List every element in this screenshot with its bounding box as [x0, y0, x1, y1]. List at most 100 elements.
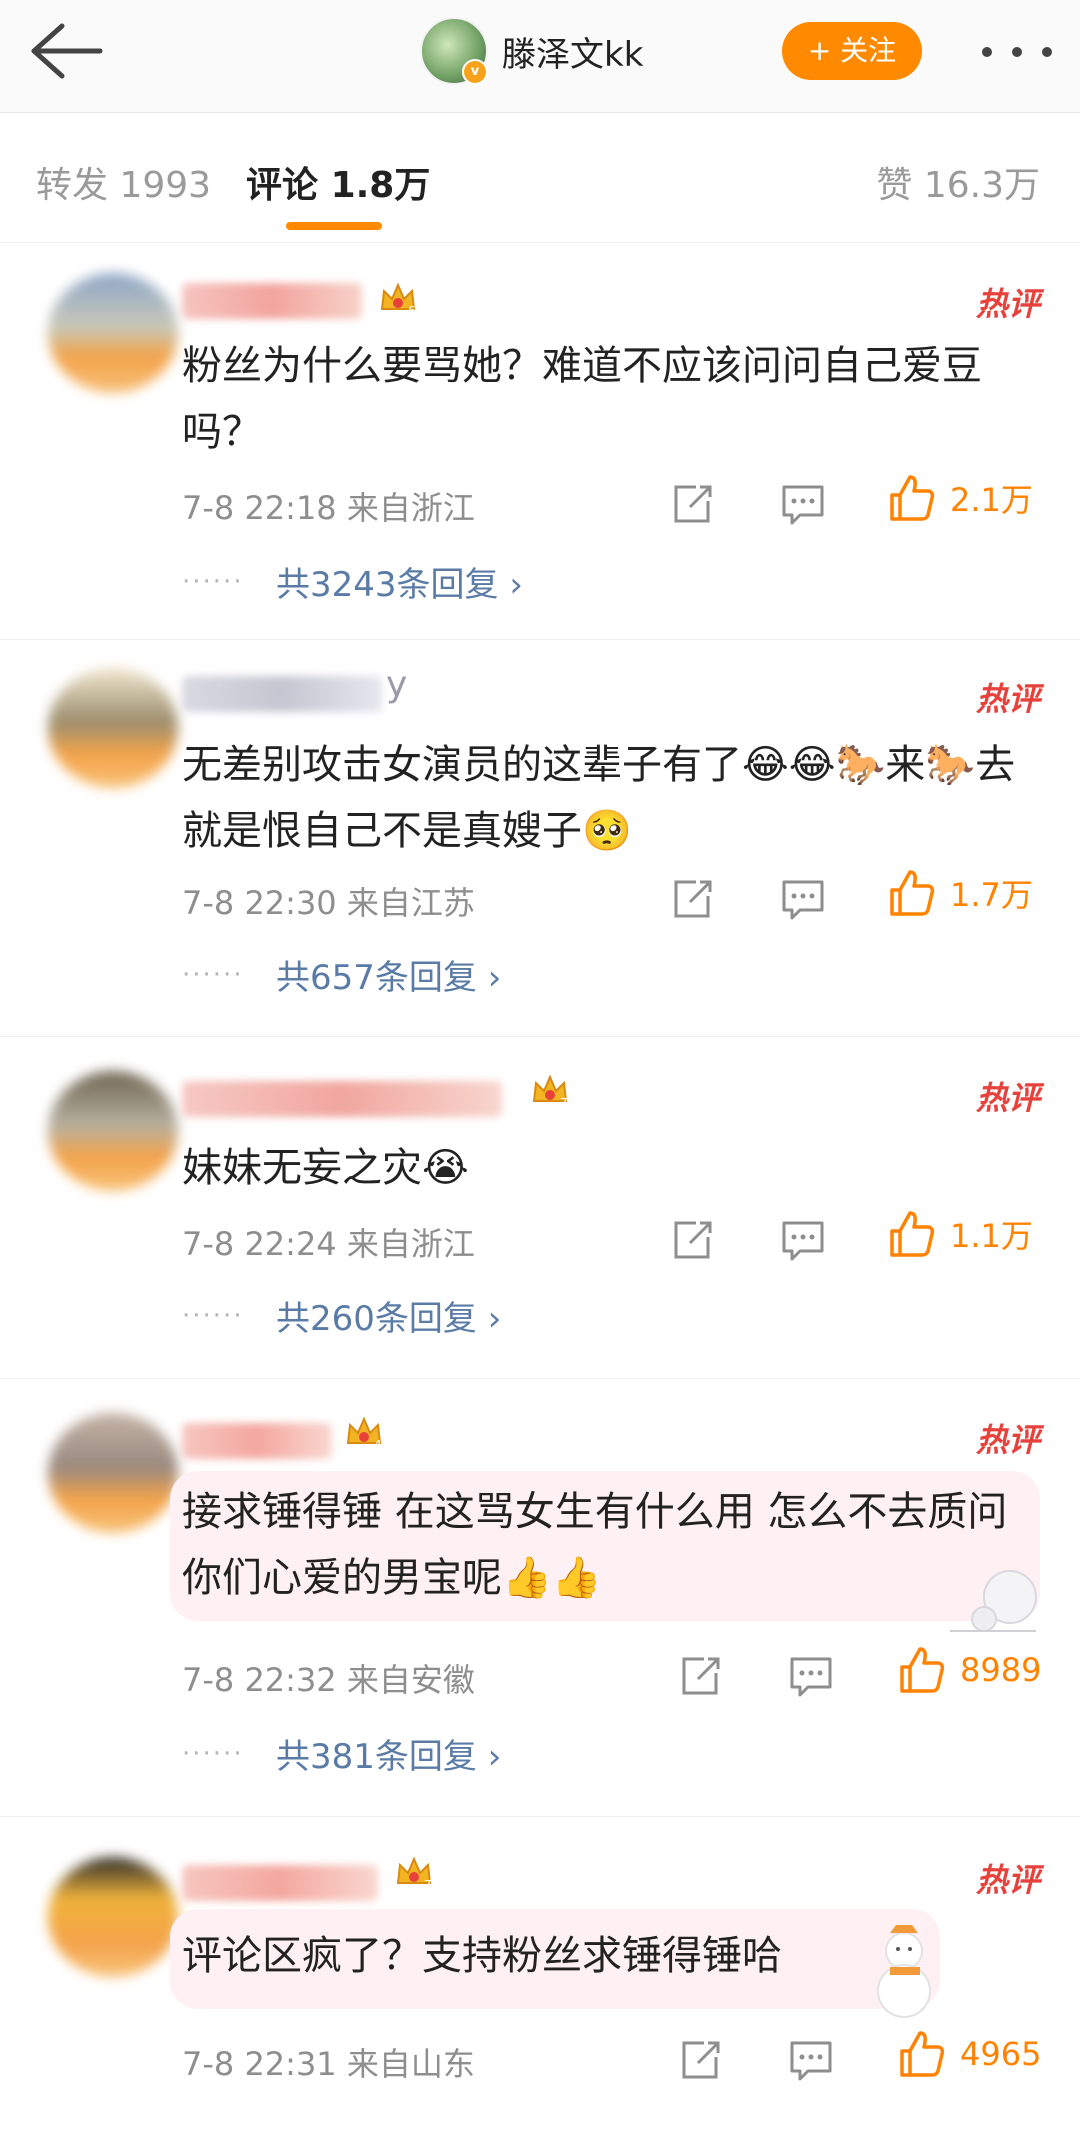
tab-comments[interactable]: 评论 1.8万 — [246, 156, 430, 208]
like-count: 1.1万 — [950, 1217, 1033, 1255]
comment-location: 来自浙江 — [346, 489, 475, 527]
tab-comments-label: 评论 — [246, 165, 319, 206]
like-count: 1.7万 — [950, 876, 1033, 914]
like-button[interactable]: 1.1万 — [886, 1209, 1033, 1259]
tab-bar: 转发 1993 评论 1.8万 赞 16.3万 — [0, 112, 1080, 243]
comment-location: 来自江苏 — [346, 884, 475, 922]
comment-time: 7-8 22:32 — [182, 1661, 337, 1699]
active-tab-indicator — [286, 222, 382, 230]
like-button[interactable]: 8989 — [896, 1645, 1041, 1695]
tab-repost-count: 1993 — [119, 165, 212, 206]
profile-link[interactable]: v 滕泽文kk — [420, 16, 643, 86]
commenter-name[interactable] — [182, 676, 382, 712]
like-icon — [890, 870, 935, 916]
like-icon — [900, 1647, 945, 1693]
crown-icon: 7 — [532, 1074, 568, 1110]
reply-divider: ······ — [182, 1739, 244, 1769]
comment-text: 粉丝为什么要骂她？难道不应该问问自己爱豆吗？ — [182, 343, 982, 455]
comment-time: 7-8 22:30 — [182, 884, 337, 922]
commenter-name-suffix: y — [386, 664, 408, 705]
svg-text:4: 4 — [374, 1438, 382, 1452]
view-replies-link[interactable]: 共657条回复 › — [276, 950, 501, 999]
comment-item: 7 热评 妹妹无妄之灾😭 7-8 22:24 来自浙江 1.1万 ······ … — [0, 1037, 1080, 1379]
back-arrow-icon[interactable] — [26, 20, 106, 82]
comment-icon[interactable] — [786, 2035, 836, 2085]
like-icon — [900, 2031, 945, 2077]
tab-likes[interactable]: 赞 16.3万 — [876, 156, 1040, 208]
commenter-name[interactable] — [182, 1865, 378, 1901]
comment-text: 接求锤得锤 在这骂女生有什么用 怎么不去质问你们心爱的男宝呢👍👍 — [182, 1489, 1008, 1601]
share-icon[interactable] — [668, 874, 718, 924]
share-icon[interactable] — [668, 479, 718, 529]
reply-divider: ······ — [182, 1301, 244, 1331]
share-icon[interactable] — [668, 1215, 718, 1265]
comment-item: 4 热评 接求锤得锤 在这骂女生有什么用 怎么不去质问你们心爱的男宝呢👍👍 7-… — [0, 1379, 1080, 1817]
share-icon[interactable] — [676, 2035, 726, 2085]
comment-meta: 7-8 22:30 来自江苏 — [182, 878, 475, 924]
comment-meta: 7-8 22:24 来自浙江 — [182, 1219, 475, 1265]
follow-button[interactable]: + 关注 — [782, 22, 922, 80]
like-icon — [890, 1211, 935, 1257]
tab-comments-count: 1.8万 — [330, 165, 431, 206]
like-button[interactable]: 1.7万 — [886, 868, 1033, 918]
svg-text:6: 6 — [408, 304, 416, 318]
comment-icon[interactable] — [786, 1651, 836, 1701]
more-icon[interactable] — [982, 32, 1052, 72]
comment-text: 评论区疯了？支持粉丝求锤得锤哈 — [182, 1933, 782, 1979]
commenter-avatar[interactable] — [48, 668, 178, 788]
commenter-name[interactable] — [182, 1423, 332, 1459]
comment-text: 妹妹无妄之灾😭 — [182, 1145, 469, 1191]
comment-meta: 7-8 22:31 来自山东 — [182, 2039, 475, 2085]
svg-text:7: 7 — [560, 1096, 568, 1110]
view-replies-link[interactable]: 共3243条回复 › — [276, 557, 523, 606]
comment-icon[interactable] — [778, 1215, 828, 1265]
comment-time: 7-8 22:18 — [182, 489, 337, 527]
view-replies-link[interactable]: 共381条回复 › — [276, 1729, 501, 1778]
like-count: 2.1万 — [950, 481, 1033, 519]
hot-comment-badge: 热评 — [975, 1079, 1040, 1117]
comment-item: 7 热评 评论区疯了？支持粉丝求锤得锤哈 7-8 22:31 来自山东 4965 — [0, 1817, 1080, 2141]
comment-icon[interactable] — [778, 874, 828, 924]
like-count: 4965 — [960, 2035, 1042, 2073]
hot-comment-badge: 热评 — [975, 1421, 1040, 1459]
hot-comment-badge: 热评 — [975, 285, 1040, 323]
reply-divider: ······ — [182, 567, 244, 597]
crown-icon: 4 — [346, 1416, 382, 1452]
username[interactable]: 滕泽文kk — [502, 27, 643, 76]
share-icon[interactable] — [676, 1651, 726, 1701]
hot-comment-badge: 热评 — [975, 680, 1040, 718]
like-icon — [890, 475, 935, 521]
crown-icon: 6 — [380, 282, 416, 318]
crown-icon: 7 — [396, 1856, 432, 1892]
commenter-avatar[interactable] — [48, 1857, 178, 1977]
commenter-avatar[interactable] — [48, 1071, 178, 1191]
hot-comment-badge: 热评 — [975, 1861, 1040, 1899]
reply-divider: ······ — [182, 960, 244, 990]
comment-item: y 热评 无差别攻击女演员的这辈子有了😂😂🐎来🐎去就是恨自己不是真嫂子🥺 7-8… — [0, 640, 1080, 1037]
comment-location: 来自山东 — [346, 2045, 475, 2083]
comment-meta: 7-8 22:18 来自浙江 — [182, 483, 475, 529]
commenter-avatar[interactable] — [48, 1413, 178, 1533]
comment-icon[interactable] — [778, 479, 828, 529]
commenter-name[interactable] — [182, 283, 362, 319]
like-button[interactable]: 2.1万 — [886, 473, 1033, 523]
commenter-name[interactable] — [182, 1081, 502, 1117]
top-bar: v 滕泽文kk + 关注 — [0, 0, 1080, 113]
svg-text:7: 7 — [424, 1878, 432, 1892]
tab-likes-label: 赞 — [876, 165, 913, 206]
commenter-avatar[interactable] — [48, 273, 178, 393]
like-count: 8989 — [960, 1651, 1042, 1689]
like-button[interactable]: 4965 — [896, 2029, 1041, 2079]
comment-item: 6 热评 粉丝为什么要骂她？难道不应该问问自己爱豆吗？ 7-8 22:18 来自… — [0, 243, 1080, 640]
comment-location: 来自安徽 — [346, 1661, 475, 1699]
view-replies-link[interactable]: 共260条回复 › — [276, 1291, 501, 1340]
verified-badge: v — [462, 59, 488, 85]
comment-text: 无差别攻击女演员的这辈子有了😂😂🐎来🐎去就是恨自己不是真嫂子🥺 — [182, 742, 1016, 854]
comment-time: 7-8 22:24 — [182, 1225, 337, 1263]
comment-meta: 7-8 22:32 来自安徽 — [182, 1655, 475, 1701]
comment-time: 7-8 22:31 — [182, 2045, 337, 2083]
tab-likes-count: 16.3万 — [923, 165, 1040, 206]
tab-repost[interactable]: 转发 1993 — [36, 156, 211, 208]
comment-location: 来自浙江 — [346, 1225, 475, 1263]
avatar[interactable]: v — [420, 17, 488, 85]
